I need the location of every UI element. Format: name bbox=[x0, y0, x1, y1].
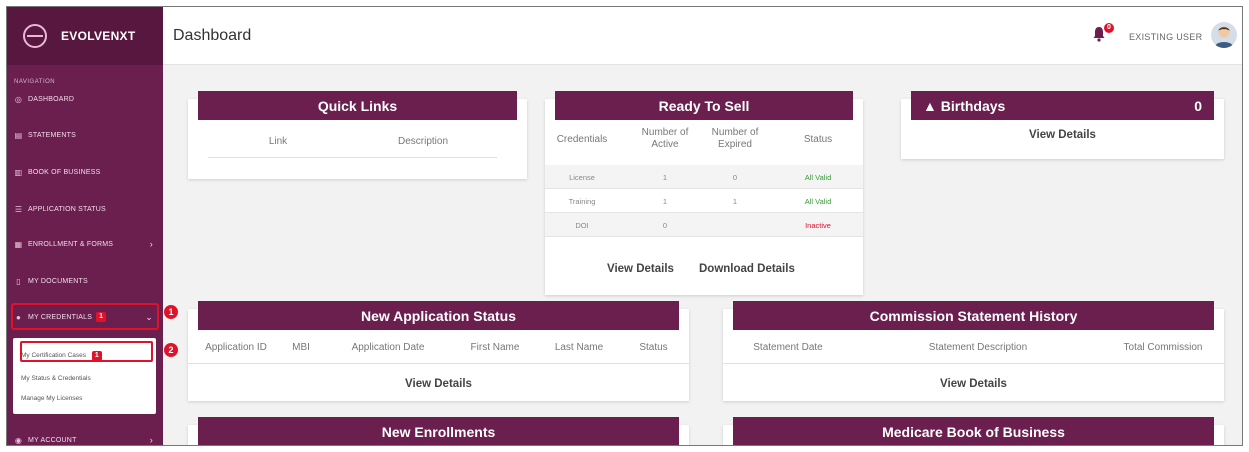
commission-history-card: Commission Statement History Statement D… bbox=[723, 301, 1224, 401]
sidebar-item-dashboard[interactable]: ◎ DASHBOARD bbox=[7, 84, 163, 114]
sidebar-item-label: DASHBOARD bbox=[28, 95, 75, 103]
dashboard-icon: ◎ bbox=[14, 94, 23, 104]
annotation-marker-1: 1 bbox=[164, 305, 178, 319]
document-icon: ▯ bbox=[16, 276, 21, 286]
divider bbox=[723, 363, 1224, 364]
submenu-item-status-credentials[interactable]: My Status & Credentials bbox=[21, 375, 91, 382]
book-of-business-icon: ▥ bbox=[14, 167, 23, 177]
column-header-statement-date: Statement Date bbox=[753, 342, 823, 353]
account-icon: ◉ bbox=[14, 435, 23, 445]
new-application-status-card: New Application Status Application ID MB… bbox=[188, 301, 689, 401]
cell-credential: License bbox=[569, 173, 595, 182]
cake-icon: ▲ bbox=[923, 97, 941, 114]
column-header-mbi: MBI bbox=[292, 342, 310, 353]
page-title: Dashboard bbox=[173, 27, 252, 44]
column-header-application-date: Application Date bbox=[351, 342, 425, 353]
top-header: Dashboard 0 EXISTING USER bbox=[163, 7, 1242, 65]
chevron-right-icon: › bbox=[149, 435, 153, 445]
new-application-status-header: New Application Status bbox=[198, 301, 679, 330]
quick-links-card: Quick Links Link Description bbox=[188, 91, 527, 179]
ready-to-sell-header: Ready To Sell bbox=[555, 91, 853, 120]
divider bbox=[208, 157, 497, 158]
download-details-link[interactable]: Download Details bbox=[699, 263, 795, 275]
table-row: DOI 0 Inactive bbox=[545, 213, 863, 237]
ready-to-sell-view-details-link[interactable]: View Details bbox=[607, 263, 674, 275]
birthdays-view-details-link[interactable]: View Details bbox=[901, 129, 1224, 141]
birthdays-count: 0 bbox=[1194, 97, 1202, 114]
submenu-item-manage-licenses[interactable]: Manage My Licenses bbox=[21, 395, 82, 402]
column-header-status: Status bbox=[639, 342, 668, 353]
brand-name: EVOLVENXT bbox=[61, 29, 136, 43]
commission-view-details-link[interactable]: View Details bbox=[723, 378, 1224, 390]
cell-expired: 1 bbox=[732, 197, 738, 206]
cell-status: All Valid bbox=[804, 197, 832, 206]
sidebar-item-label: MY DOCUMENTS bbox=[28, 277, 88, 285]
cell-status: Inactive bbox=[805, 221, 831, 230]
notification-count: 0 bbox=[1104, 23, 1114, 33]
column-header-last-name: Last Name bbox=[554, 342, 604, 353]
highlight-certification-cases bbox=[20, 341, 153, 362]
new-enrollments-card: New Enrollments bbox=[188, 417, 689, 445]
forms-icon: ▦ bbox=[14, 239, 23, 249]
cell-credential: Training bbox=[568, 197, 596, 206]
statements-icon: ▤ bbox=[14, 130, 23, 140]
cell-credential: DOI bbox=[575, 221, 589, 230]
birthdays-title-group: ▲ Birthdays bbox=[923, 98, 1005, 114]
sidebar-item-label: BOOK OF BUSINESS bbox=[28, 168, 101, 176]
cell-expired: 0 bbox=[732, 173, 738, 182]
sidebar-item-my-account[interactable]: ◉ MY ACCOUNT › bbox=[7, 425, 163, 445]
column-header-total-commission: Total Commission bbox=[1123, 342, 1203, 353]
column-header-status: Status bbox=[803, 134, 833, 145]
column-header-credentials: Credentials bbox=[556, 134, 608, 145]
column-header-statement-description: Statement Description bbox=[928, 342, 1028, 353]
quick-links-header: Quick Links bbox=[198, 91, 517, 120]
birthdays-card: ▲ Birthdays 0 View Details bbox=[901, 91, 1224, 159]
sidebar-item-book-of-business[interactable]: ▥ BOOK OF BUSINESS bbox=[7, 157, 163, 187]
brand[interactable]: EVOLVENXT bbox=[7, 7, 163, 65]
divider bbox=[188, 363, 689, 364]
chevron-right-icon: › bbox=[149, 239, 153, 249]
sidebar-item-label: APPLICATION STATUS bbox=[28, 205, 106, 213]
cell-active: 1 bbox=[662, 197, 668, 206]
sidebar-item-label: STATEMENTS bbox=[28, 131, 77, 139]
commission-history-header: Commission Statement History bbox=[733, 301, 1214, 330]
birthdays-header: ▲ Birthdays 0 bbox=[911, 91, 1214, 120]
medicare-book-card: Medicare Book of Business bbox=[723, 417, 1224, 445]
app-window: EVOLVENXT NAVIGATION ◎ DASHBOARD ▤ STATE… bbox=[6, 6, 1243, 446]
column-header-link: Link bbox=[268, 136, 288, 147]
user-name[interactable]: EXISTING USER bbox=[1129, 32, 1202, 42]
cell-active: 0 bbox=[662, 221, 668, 230]
column-header-active: Number of Active bbox=[641, 127, 689, 150]
birthdays-title: Birthdays bbox=[940, 97, 1006, 114]
table-row: License 1 0 All Valid bbox=[545, 165, 863, 189]
notification-bell[interactable]: 0 bbox=[1092, 23, 1114, 48]
column-header-expired: Number of Expired bbox=[711, 127, 759, 150]
cell-active: 1 bbox=[662, 173, 668, 182]
sidebar-item-my-documents[interactable]: ▯ MY DOCUMENTS bbox=[7, 266, 163, 296]
logo-icon bbox=[23, 24, 47, 48]
cell-status: All Valid bbox=[804, 173, 832, 182]
medicare-book-header: Medicare Book of Business bbox=[733, 417, 1214, 445]
avatar[interactable] bbox=[1211, 22, 1237, 48]
list-icon: ☰ bbox=[14, 204, 23, 214]
sidebar-item-enrollment-forms[interactable]: ▦ ENROLLMENT & FORMS › bbox=[7, 229, 163, 259]
application-status-view-details-link[interactable]: View Details bbox=[188, 378, 689, 390]
sidebar-item-label: MY ACCOUNT bbox=[28, 436, 77, 444]
sidebar: EVOLVENXT NAVIGATION ◎ DASHBOARD ▤ STATE… bbox=[7, 7, 163, 445]
new-enrollments-header: New Enrollments bbox=[198, 417, 679, 445]
column-header-description: Description bbox=[397, 136, 449, 147]
sidebar-item-label: ENROLLMENT & FORMS bbox=[28, 240, 114, 248]
ready-to-sell-card: Ready To Sell Credentials Number of Acti… bbox=[545, 91, 863, 295]
sidebar-item-application-status[interactable]: ☰ APPLICATION STATUS bbox=[7, 194, 163, 224]
highlight-my-credentials bbox=[11, 303, 159, 330]
table-row: Training 1 1 All Valid bbox=[545, 189, 863, 213]
annotation-marker-2: 2 bbox=[164, 343, 178, 357]
column-header-application-id: Application ID bbox=[205, 342, 267, 353]
column-header-first-name: First Name bbox=[470, 342, 520, 353]
sidebar-item-statements[interactable]: ▤ STATEMENTS bbox=[7, 120, 163, 150]
user-avatar-icon bbox=[1214, 26, 1234, 48]
